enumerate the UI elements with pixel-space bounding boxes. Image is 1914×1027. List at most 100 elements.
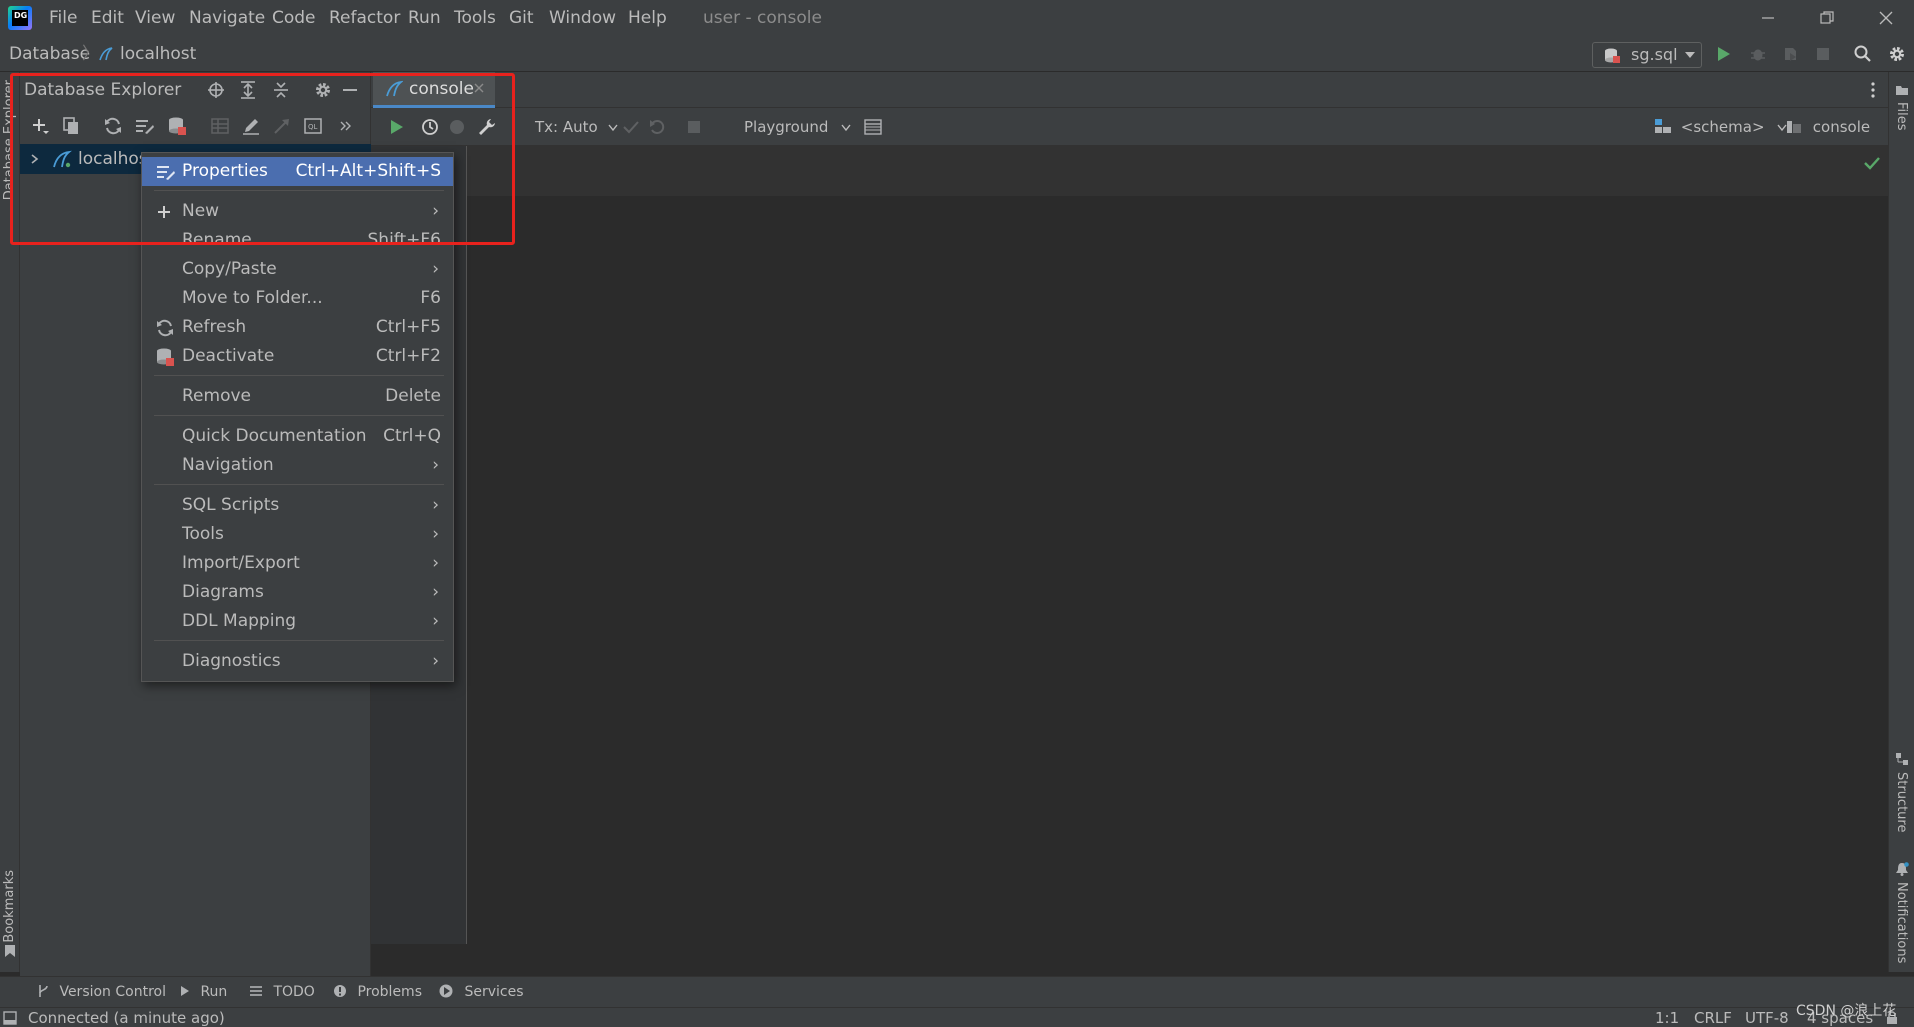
coverage-button[interactable] (1777, 41, 1803, 67)
services-icon (439, 984, 453, 998)
console-toolbar: Tx: Auto Playground <schema> console (371, 108, 1888, 170)
tool-tab-version-control[interactable]: Version Control (37, 977, 166, 1008)
menu-item-label: Quick Documentation (182, 426, 367, 446)
menu-item-shortcut: Ctrl+Q (383, 426, 441, 446)
watermark: CSDN @浪上花 (1796, 1003, 1897, 1019)
run-config-label: sg.sql (1631, 45, 1678, 64)
menu-item-deactivate[interactable]: Deactivate Ctrl+F2 (142, 342, 453, 371)
menu-code[interactable]: Code (272, 0, 316, 36)
rollback-button[interactable] (644, 114, 670, 140)
menu-item-import-export[interactable]: Import/Export › (142, 549, 453, 578)
menu-item-shortcut: Ctrl+F5 (375, 317, 441, 337)
menu-refactor[interactable]: Refactor (329, 0, 400, 36)
play-icon (1718, 47, 1730, 61)
database-stop-icon (157, 348, 174, 366)
menu-item-label: Remove (182, 386, 251, 406)
tx-mode-label: Tx: Auto (535, 118, 598, 136)
menu-separator (154, 375, 444, 376)
tx-mode-select[interactable]: Tx: Auto (535, 108, 619, 146)
stop-button[interactable] (1810, 41, 1836, 67)
tool-tab-label: TODO (273, 984, 315, 1000)
menu-separator (154, 484, 444, 485)
menu-view[interactable]: View (135, 0, 175, 36)
editor-tab-bar: console (371, 72, 1888, 108)
tool-tab-label: Run (200, 984, 228, 1000)
close-window-button[interactable] (1858, 0, 1914, 36)
toggle-tool-windows-icon[interactable] (3, 1011, 17, 1025)
menu-run[interactable]: Run (408, 0, 441, 36)
files-stripe-button[interactable]: Files (1894, 102, 1909, 131)
tool-tab-todo[interactable]: TODO (249, 977, 315, 1008)
submenu-arrow-icon: › (432, 259, 439, 279)
stop-query-button[interactable] (681, 114, 707, 140)
run-config-select[interactable]: sg.sql (1592, 42, 1702, 68)
menu-git[interactable]: Git (509, 0, 534, 36)
restore-button[interactable] (1799, 0, 1855, 36)
current-line-highlight (467, 146, 1888, 196)
line-separator[interactable]: CRLF (1694, 1008, 1732, 1027)
menu-item-copy-paste[interactable]: Copy/Paste › (142, 255, 453, 284)
menu-item-navigation[interactable]: Navigation › (142, 451, 453, 480)
structure-stripe-button[interactable]: Structure (1894, 772, 1909, 832)
search-icon (1854, 45, 1871, 62)
menu-item-ddl-mapping[interactable]: DDL Mapping › (142, 607, 453, 636)
refresh-icon (157, 319, 173, 337)
debug-button[interactable] (1745, 41, 1771, 67)
menu-item-shortcut: Delete (385, 386, 441, 406)
tool-tab-run[interactable]: Run (180, 977, 227, 1008)
menu-item-diagrams[interactable]: Diagrams › (142, 578, 453, 607)
menu-navigate[interactable]: Navigate (189, 0, 265, 36)
menu-item-quick-documentation[interactable]: Quick Documentation Ctrl+Q (142, 422, 453, 451)
coverage-icon (1785, 48, 1796, 61)
schema-select[interactable]: <schema> (1654, 108, 1787, 146)
playground-select[interactable]: Playground (744, 108, 851, 146)
breadcrumb-database[interactable]: Database (9, 36, 90, 72)
restore-icon (1820, 11, 1834, 24)
ide-settings-button[interactable] (1884, 41, 1910, 67)
menu-item-diagnostics[interactable]: Diagnostics › (142, 647, 453, 676)
title-bar: DG File Edit View Navigate Code Refactor… (0, 0, 1914, 36)
menu-item-shortcut: F6 (420, 288, 441, 308)
session-select[interactable]: console (1786, 108, 1888, 170)
session-icon (1787, 121, 1801, 133)
stop-icon (1817, 48, 1829, 60)
menu-window[interactable]: Window (549, 0, 616, 36)
info-icon (334, 985, 346, 997)
menu-help[interactable]: Help (628, 0, 667, 36)
run-button[interactable] (1711, 41, 1737, 67)
menu-tools[interactable]: Tools (454, 0, 496, 36)
app-logo-icon: DG (8, 6, 32, 30)
menu-separator (154, 415, 444, 416)
submenu-arrow-icon: › (432, 611, 439, 631)
breadcrumb-localhost[interactable]: localhost (120, 36, 196, 72)
output-layout-button[interactable] (860, 114, 886, 140)
menu-item-refresh[interactable]: Refresh Ctrl+F5 (142, 313, 453, 342)
mysql-dolphin-icon (99, 47, 113, 61)
branch-icon (39, 985, 48, 997)
bookmarks-stripe-button[interactable]: Bookmarks (2, 870, 17, 943)
caret-position[interactable]: 1:1 (1655, 1008, 1679, 1027)
tool-tab-label: Version Control (59, 984, 166, 1000)
menu-item-move-to-folder[interactable]: Move to Folder... F6 (142, 284, 453, 313)
breadcrumb-separator: 〉 (82, 44, 99, 64)
sql-editor[interactable] (371, 146, 1888, 944)
minimize-button[interactable] (1740, 0, 1796, 36)
search-everywhere-button[interactable] (1850, 41, 1876, 67)
menu-item-remove[interactable]: Remove Delete (142, 382, 453, 411)
tool-tab-label: Services (464, 984, 524, 1000)
menu-item-tools[interactable]: Tools › (142, 520, 453, 549)
tool-tab-problems[interactable]: Problems (333, 977, 422, 1008)
menu-item-shortcut: Ctrl+F2 (375, 346, 441, 366)
notifications-stripe-button[interactable]: Notifications (1894, 882, 1909, 963)
file-encoding[interactable]: UTF-8 (1745, 1008, 1789, 1027)
menu-edit[interactable]: Edit (91, 0, 124, 36)
tab-options-button[interactable] (1860, 77, 1886, 103)
minimize-icon (1762, 17, 1774, 19)
menu-file[interactable]: File (49, 0, 77, 36)
tool-tab-services[interactable]: Services (438, 977, 524, 1008)
submenu-arrow-icon: › (432, 524, 439, 544)
commit-button[interactable] (618, 114, 644, 140)
bookmark-icon (5, 945, 15, 957)
menu-item-label: Move to Folder... (182, 288, 323, 308)
menu-item-sql-scripts[interactable]: SQL Scripts › (142, 491, 453, 520)
